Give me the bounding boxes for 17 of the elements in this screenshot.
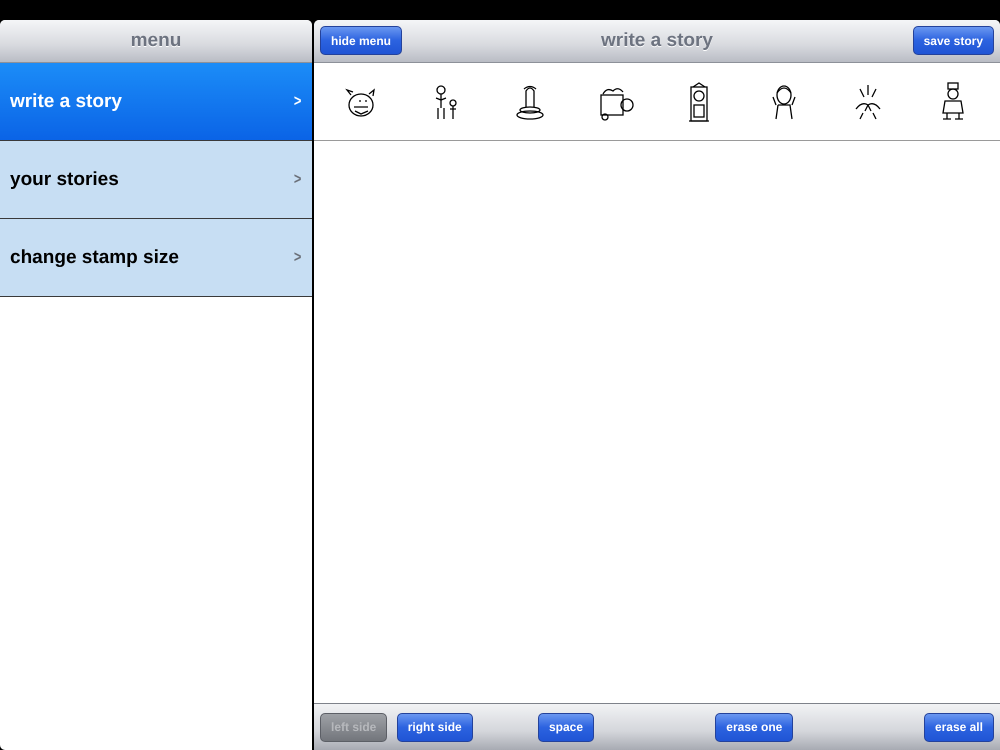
chevron-icon: >: [294, 92, 302, 110]
toolbar-button[interactable]: right side: [396, 712, 473, 742]
menu-item-label: write a story: [10, 90, 122, 112]
toolbar-button[interactable]: space: [538, 712, 594, 742]
menu-title: menu: [130, 30, 182, 52]
menu-item[interactable]: your stories >: [0, 141, 312, 219]
chevron-icon: >: [294, 170, 302, 188]
save-story-button[interactable]: save story: [912, 26, 994, 55]
menu-item[interactable]: change stamp size >: [0, 219, 312, 297]
menu-item-label: your stories: [10, 168, 119, 190]
menu-item-label: change stamp size: [10, 246, 179, 268]
toolbar-button[interactable]: erase all: [924, 712, 994, 742]
chevron-icon: >: [294, 248, 302, 266]
toolbar-button[interactable]: erase one: [715, 712, 794, 742]
editor-title: write a story: [601, 30, 713, 52]
menu-item[interactable]: write a story >: [0, 63, 312, 141]
hide-menu-button[interactable]: hide menu: [320, 26, 402, 55]
